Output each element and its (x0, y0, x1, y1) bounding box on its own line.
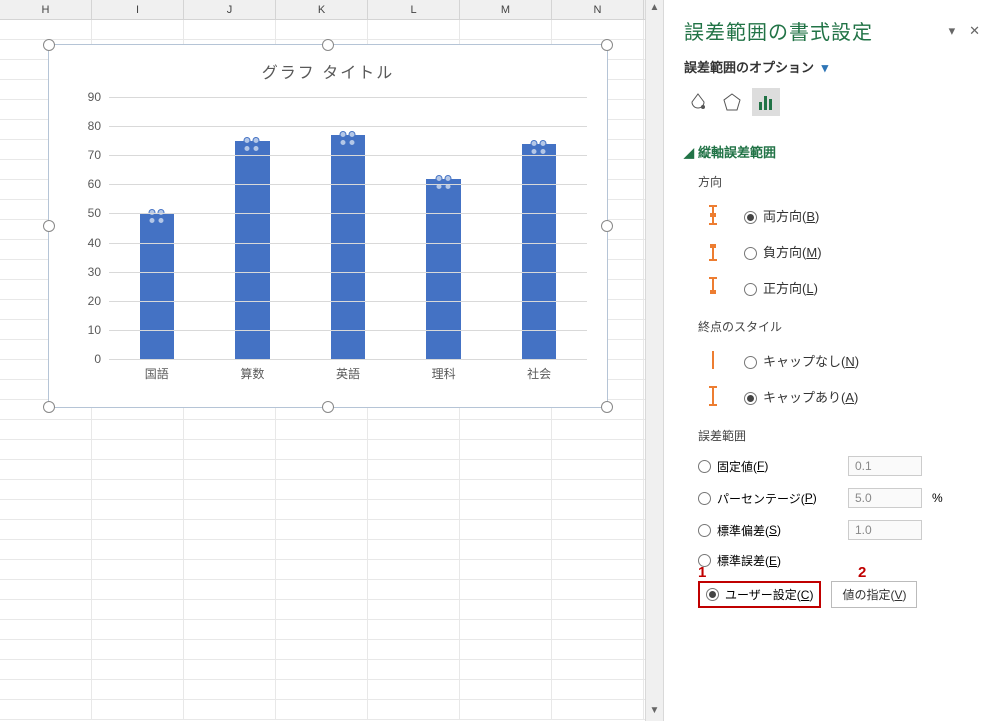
amount-fixed-option[interactable]: 固定値(F) 0.1 (698, 456, 980, 476)
radio[interactable] (744, 283, 757, 296)
error-bar-marker[interactable] (244, 137, 261, 152)
minus-direction-icon (702, 240, 724, 262)
resize-handle[interactable] (322, 39, 334, 51)
amount-stdev-option[interactable]: 標準偏差(S) 1.0 (698, 520, 980, 540)
radio[interactable] (698, 524, 711, 537)
amount-percentage-option[interactable]: パーセンテージ(P) 5.0 % (698, 488, 980, 508)
column-header[interactable]: H (0, 0, 92, 19)
data-bar[interactable] (331, 135, 365, 359)
column-header[interactable]: L (368, 0, 460, 19)
amount-custom-option[interactable]: ユーザー設定(C) (698, 581, 821, 608)
direction-heading: 方向 (698, 173, 980, 190)
y-axis: 0102030405060708090 (49, 97, 107, 359)
x-axis-label: 社会 (491, 365, 587, 389)
scroll-down-icon[interactable]: ▼ (646, 703, 663, 721)
fill-tab-icon[interactable] (684, 88, 712, 116)
error-bar-marker[interactable] (339, 131, 356, 146)
section-vertical-error-bar[interactable]: ◢縦軸誤差範囲 (684, 142, 980, 161)
worksheet-area[interactable]: HIJKLMN グラフ タイトル 0102030405060708090 国語算… (0, 0, 645, 721)
pane-close-icon[interactable]: ✕ (969, 23, 980, 39)
column-headers: HIJKLMN (0, 0, 645, 20)
percentage-unit: % (932, 491, 943, 505)
data-bar[interactable] (426, 179, 460, 359)
error-bar-marker[interactable] (435, 175, 452, 190)
effects-tab-icon[interactable] (718, 88, 746, 116)
plot-area[interactable] (109, 97, 587, 359)
amount-sterr-option[interactable]: 標準誤差(E) (698, 552, 980, 569)
column-header[interactable]: M (460, 0, 552, 19)
resize-handle[interactable] (601, 220, 613, 232)
fixed-value-input[interactable]: 0.1 (848, 456, 922, 476)
x-axis-label: 理科 (396, 365, 492, 389)
x-axis: 国語算数英語理科社会 (109, 365, 587, 389)
both-direction-icon (702, 204, 724, 226)
vertical-scrollbar[interactable]: ▲ ▼ (645, 0, 663, 721)
column-header[interactable]: K (276, 0, 368, 19)
chevron-down-icon: ▾ (822, 60, 829, 75)
chart-object[interactable]: グラフ タイトル 0102030405060708090 国語算数英語理科社会 (48, 44, 608, 408)
radio[interactable] (744, 392, 757, 405)
error-bar-marker[interactable] (148, 209, 165, 224)
data-bar[interactable] (522, 144, 556, 359)
resize-handle[interactable] (601, 39, 613, 51)
radio[interactable] (706, 588, 719, 601)
endstyle-heading: 終点のスタイル (698, 318, 980, 335)
scroll-up-icon[interactable]: ▲ (646, 0, 663, 18)
pane-title: 誤差範囲の書式設定 (684, 16, 873, 45)
resize-handle[interactable] (43, 39, 55, 51)
percentage-value-input[interactable]: 5.0 (848, 488, 922, 508)
column-header[interactable]: N (552, 0, 644, 19)
data-bar[interactable] (140, 213, 174, 359)
column-header[interactable]: J (184, 0, 276, 19)
callout-1: 1 (698, 564, 706, 581)
radio[interactable] (744, 356, 757, 369)
collapse-icon: ◢ (684, 145, 694, 160)
direction-plus-option[interactable]: 正方向(L) (702, 276, 980, 298)
x-axis-label: 国語 (109, 365, 205, 389)
plus-direction-icon (702, 276, 724, 298)
radio[interactable] (744, 211, 757, 224)
stdev-value-input[interactable]: 1.0 (848, 520, 922, 540)
endstyle-cap-option[interactable]: キャップあり(A) (702, 385, 980, 407)
pane-options-selector[interactable]: 誤差範囲のオプション ▾ (684, 57, 980, 76)
radio[interactable] (744, 247, 757, 260)
bar-chart-tab-icon[interactable] (752, 88, 780, 116)
x-axis-label: 英語 (300, 365, 396, 389)
callout-2: 2 (858, 564, 866, 581)
no-cap-icon (702, 349, 724, 371)
chart-title[interactable]: グラフ タイトル (49, 45, 607, 91)
resize-handle[interactable] (43, 401, 55, 413)
error-bar-marker[interactable] (531, 140, 548, 155)
direction-minus-option[interactable]: 負方向(M) (702, 240, 980, 262)
format-pane: 誤差範囲の書式設定 ▾ ✕ 誤差範囲のオプション ▾ ◢縦軸誤差範囲 方向 両方… (663, 0, 1000, 721)
column-header[interactable]: I (92, 0, 184, 19)
pane-menu-icon[interactable]: ▾ (949, 23, 956, 39)
resize-handle[interactable] (601, 401, 613, 413)
data-bar[interactable] (235, 141, 269, 359)
resize-handle[interactable] (322, 401, 334, 413)
amount-heading: 誤差範囲 (698, 427, 980, 444)
direction-both-option[interactable]: 両方向(B) (702, 204, 980, 226)
pane-options-label: 誤差範囲のオプション (684, 60, 814, 75)
radio[interactable] (698, 492, 711, 505)
endstyle-nocap-option[interactable]: キャップなし(N) (702, 349, 980, 371)
specify-value-button[interactable]: 値の指定(V) (831, 581, 917, 608)
cap-icon (702, 385, 724, 407)
x-axis-label: 算数 (205, 365, 301, 389)
radio[interactable] (698, 460, 711, 473)
